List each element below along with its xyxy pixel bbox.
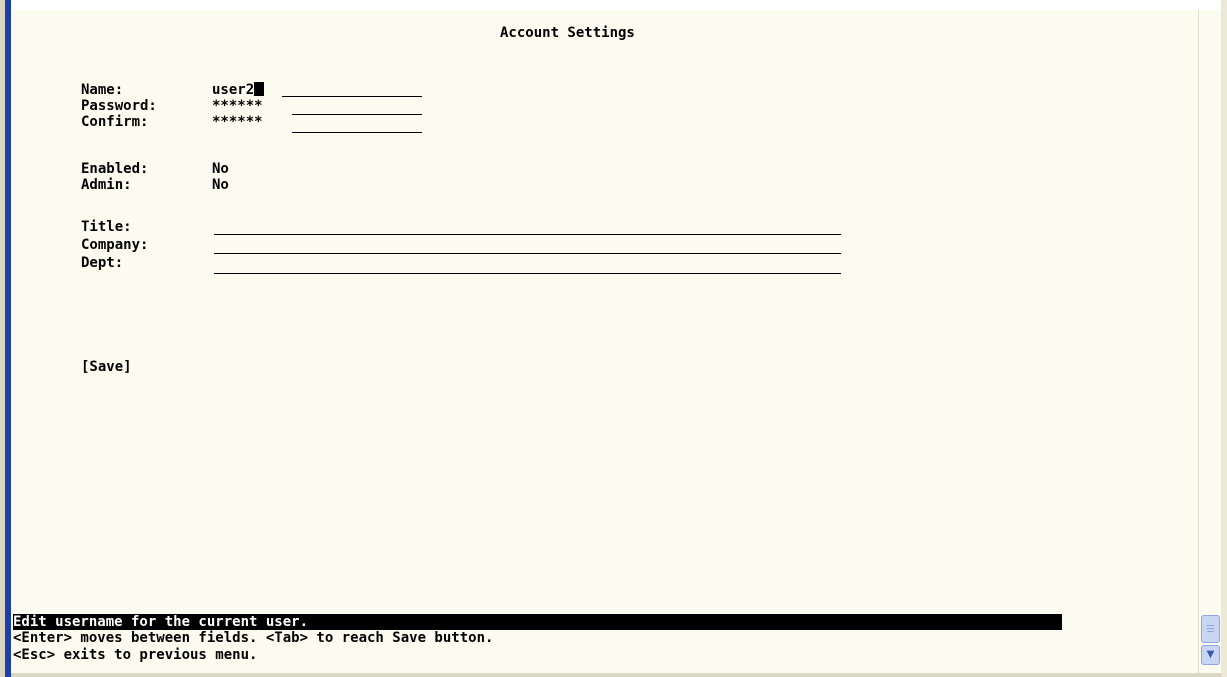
text-cursor [254,82,265,96]
password-field[interactable]: ****** [212,98,263,114]
company-label: Company: [81,237,149,253]
status-message: Edit username for the current user. [13,614,1062,630]
company-field-underline [214,253,841,254]
password-label: Password: [81,98,157,114]
confirm-password-field[interactable]: ****** [212,114,263,130]
name-label: Name: [81,82,124,98]
chevron-down-icon: ▼ [1206,649,1215,660]
scroll-grip-icon [1207,625,1214,626]
title-field-underline [214,234,841,235]
help-line-exit: <Esc> exits to previous menu. [13,647,258,663]
dept-field-underline [214,273,841,274]
enabled-toggle[interactable]: No [212,161,229,177]
admin-label: Admin: [81,177,132,193]
title-label: Title: [81,219,132,235]
confirm-label: Confirm: [81,114,149,130]
dept-label: Dept: [81,255,124,271]
help-line-navigation: <Enter> moves between fields. <Tab> to r… [13,630,494,646]
admin-toggle[interactable]: No [212,177,229,193]
save-button[interactable]: [Save] [81,359,132,375]
name-field[interactable]: user2 [212,82,265,98]
window-frame-right [1221,0,1227,677]
scroll-down-button[interactable]: ▼ [1201,645,1220,665]
terminal-console[interactable] [11,10,1198,673]
scroll-grip-icon [1207,628,1214,629]
window-frame-bottom [11,673,1221,677]
scroll-grip-icon [1207,631,1214,632]
scroll-thumb[interactable] [1201,615,1220,643]
password-field-underline [292,114,422,115]
confirm-field-underline [292,132,422,133]
page-title: Account Settings [500,25,635,41]
name-field-underline [282,96,422,97]
name-value: user2 [212,82,255,98]
enabled-label: Enabled: [81,161,149,177]
vertical-scrollbar[interactable]: ▼ [1198,10,1222,673]
